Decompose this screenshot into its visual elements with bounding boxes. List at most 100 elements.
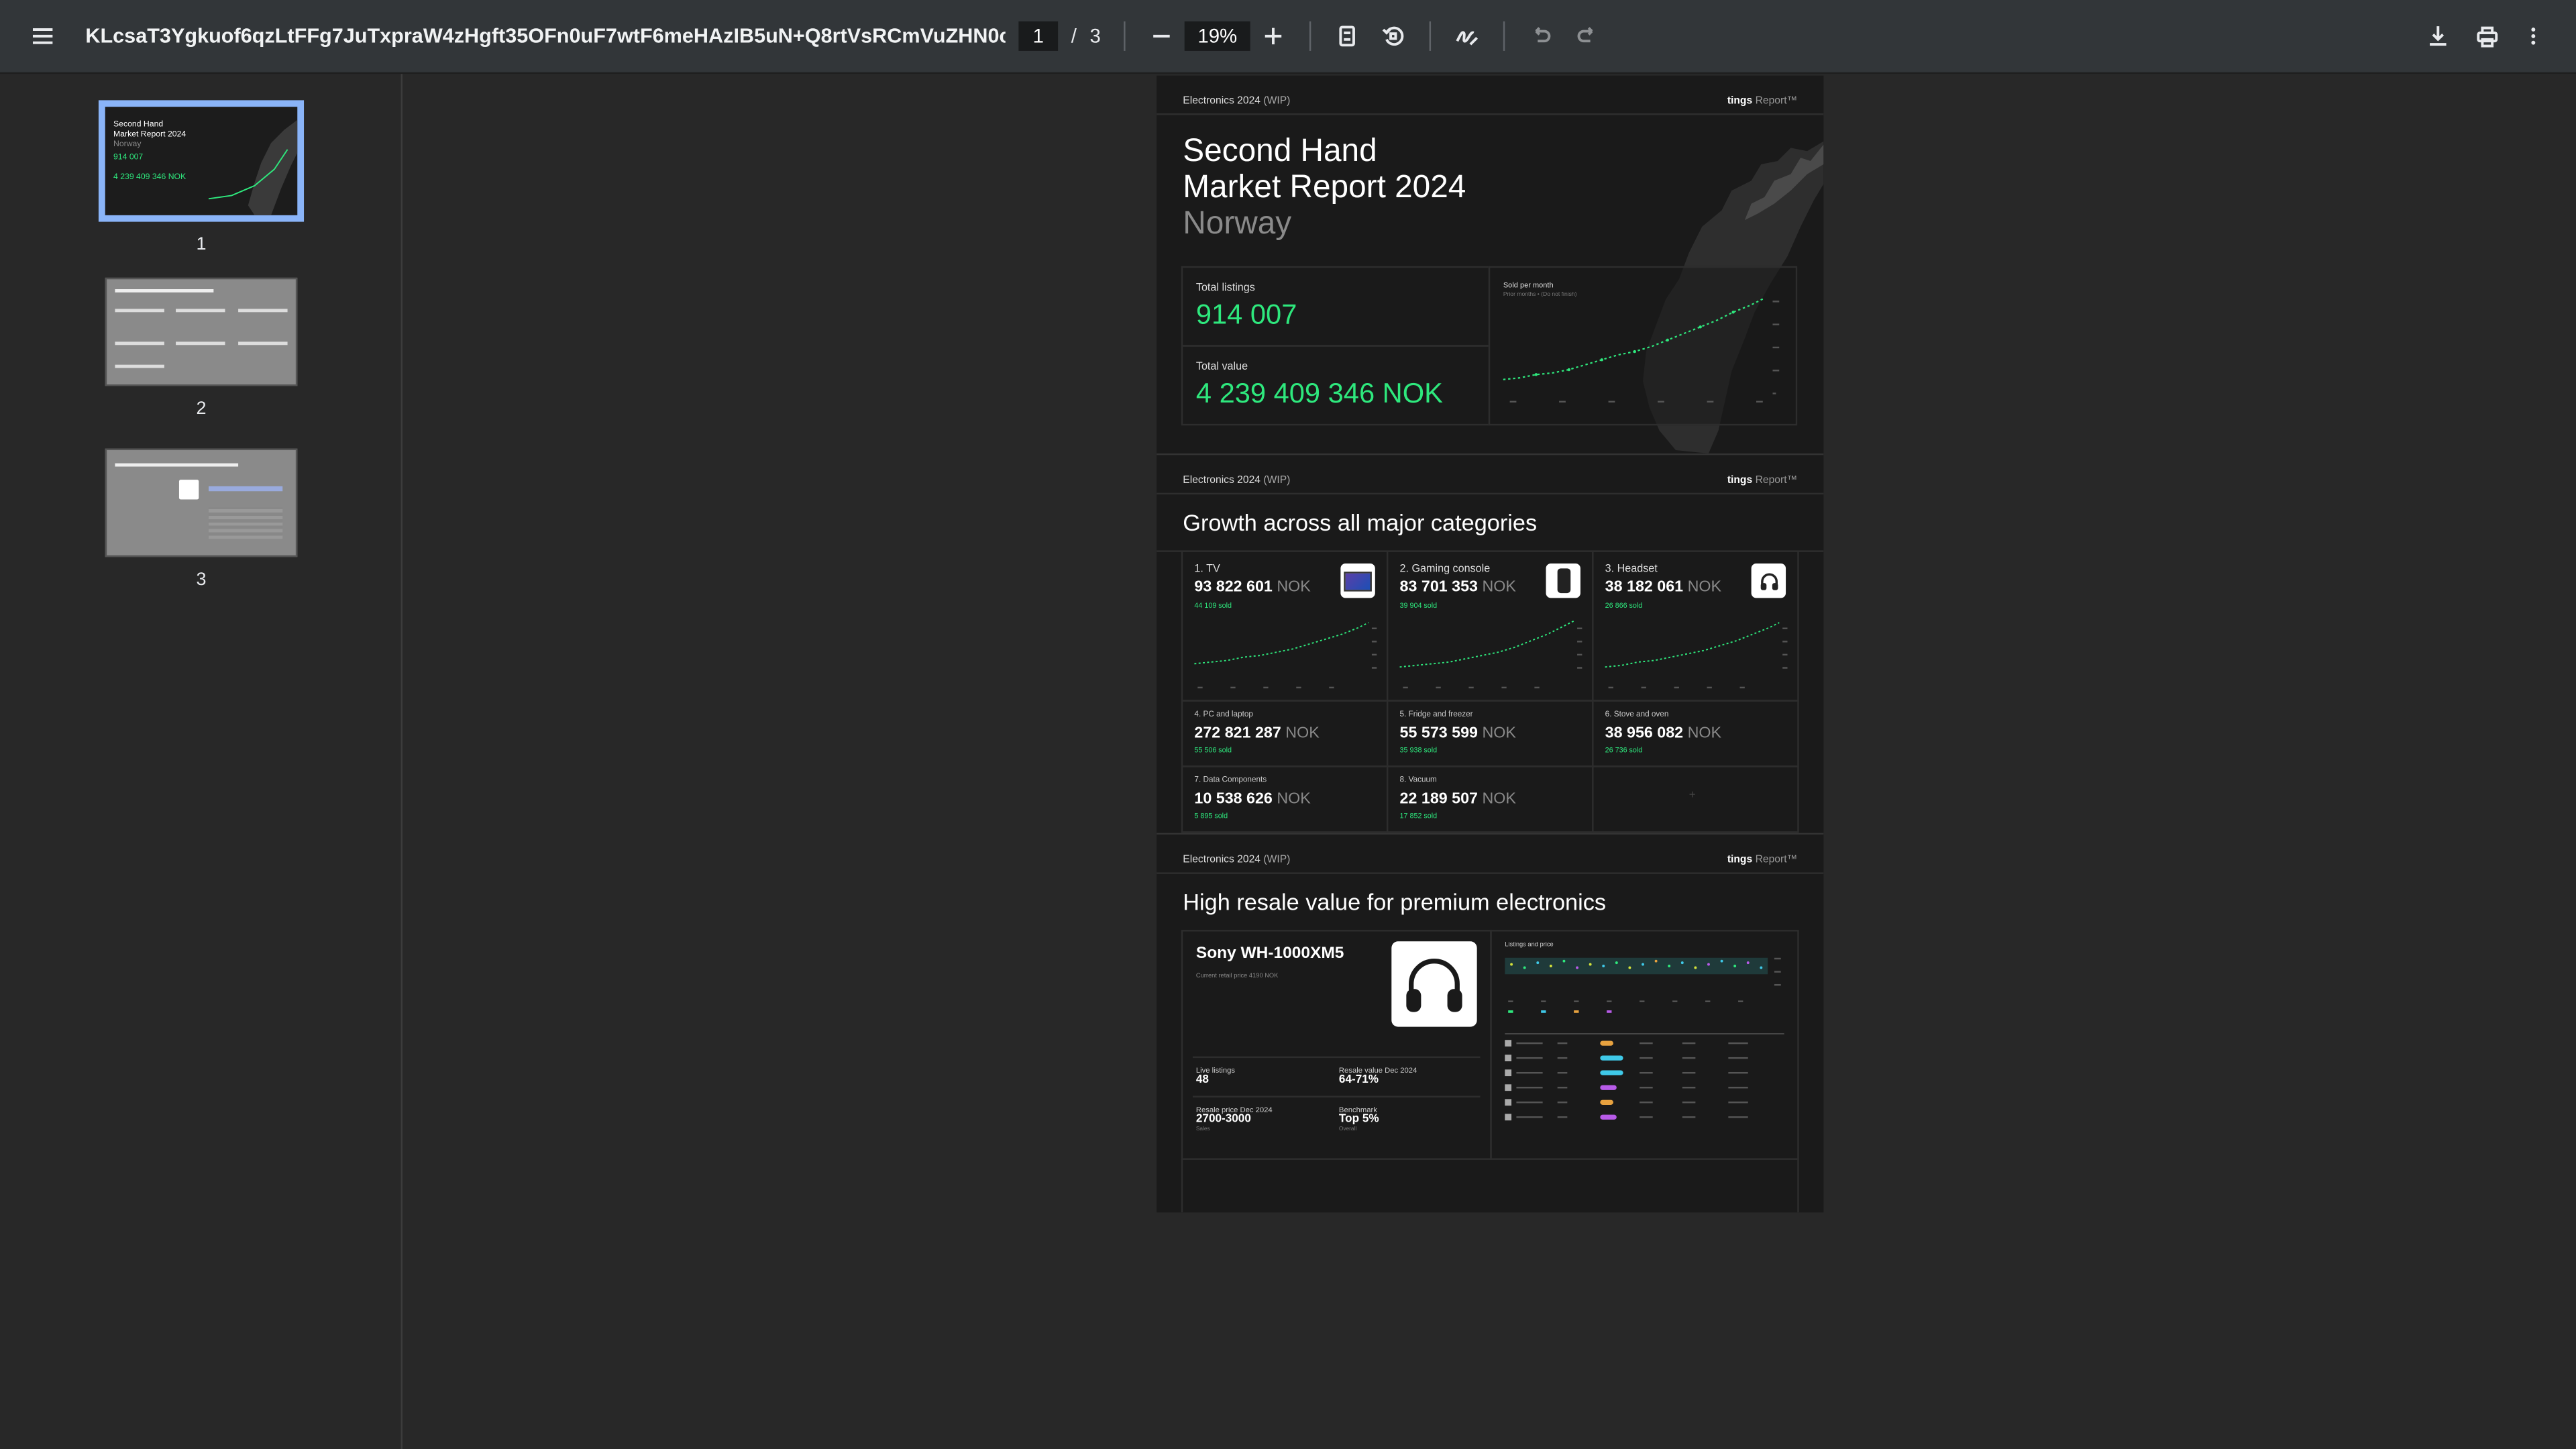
edition-status: (WIP)	[1263, 474, 1291, 486]
category-label: 4. PC and laptop	[1194, 711, 1253, 720]
chart-title: Listings and price	[1505, 941, 1554, 949]
sold-per-month-line	[1503, 298, 1780, 403]
section-header: Electronics 2024 (WIP) tings Report™	[1183, 475, 1797, 494]
category-card-fridge-freezer: 5. Fridge and freezer 55 573 599 NOK 35 …	[1386, 700, 1594, 767]
category-card-stove-oven: 6. Stove and oven 38 956 082 NOK 26 736 …	[1592, 700, 1799, 767]
thumbnail-page-3[interactable]: 3	[99, 448, 304, 590]
currency-unit: NOK	[1277, 578, 1311, 596]
category-trend-line	[1399, 620, 1582, 689]
stat-live-listings: Live listings 48	[1196, 1066, 1235, 1085]
category-label: 6. Stove and oven	[1605, 711, 1669, 720]
thumbnail-page-2[interactable]: 2	[99, 277, 304, 419]
menu-icon[interactable]	[19, 13, 66, 60]
undo-icon[interactable]	[1518, 13, 1564, 60]
category-sold: 39 904 sold	[1399, 601, 1438, 610]
thumb-text: Norway	[113, 140, 142, 150]
report-country: Norway	[1183, 205, 1292, 242]
listings-table	[1505, 1033, 1784, 1121]
document-page: Electronics 2024 (WIP) tings Report™ Sec…	[1157, 75, 1824, 1213]
currency-unit: NOK	[1482, 790, 1516, 808]
annotate-icon[interactable]	[1444, 13, 1491, 60]
chart-title: Sold per month	[1503, 280, 1554, 290]
more-options-icon[interactable]	[2510, 13, 2557, 60]
toolbar-divider	[1309, 21, 1311, 51]
category-sold: 17 852 sold	[1399, 811, 1438, 820]
toolbar-divider	[1503, 21, 1505, 51]
category-value: 38 182 061	[1605, 578, 1684, 596]
category-value: 22 189 507	[1399, 790, 1478, 808]
section-header: Electronics 2024 (WIP) tings Report™	[1183, 854, 1797, 873]
currency-unit: NOK	[1277, 790, 1311, 808]
category-card-tv: 1. TV 93 822 601 NOK 44 109 sold	[1181, 550, 1389, 702]
category-sold: 55 506 sold	[1194, 745, 1232, 755]
thumbnail-image	[105, 277, 298, 386]
thumb-text: Market Report 2024	[113, 129, 186, 140]
edition-status: (WIP)	[1263, 95, 1291, 107]
stat-sub: Overall	[1338, 1125, 1357, 1132]
toolbar-divider	[1124, 21, 1126, 51]
category-value: 10 538 626	[1194, 790, 1273, 808]
product-name: Sony WH-1000XM5	[1195, 945, 1344, 963]
rotate-icon[interactable]	[1371, 13, 1417, 60]
toolbar-divider	[1429, 21, 1432, 51]
stat-resale-value: Resale value Dec 2024 64-71%	[1339, 1066, 1417, 1085]
brand-suffix: Report™	[1755, 474, 1798, 486]
category-sold: 5 895 sold	[1194, 811, 1228, 820]
page-navigator: / 3	[1018, 21, 1101, 51]
thumbnail-image	[105, 448, 298, 557]
category-label: 1. TV	[1194, 564, 1220, 576]
category-value: 55 573 599	[1399, 724, 1478, 743]
total-pages: 3	[1089, 24, 1101, 48]
category-label: 8. Vacuum	[1399, 777, 1437, 786]
category-sold: 35 938 sold	[1399, 745, 1438, 755]
total-listings-card: Total listings 914 007	[1181, 266, 1491, 347]
thumbnail-number: 2	[196, 399, 207, 419]
thumbnail-sidebar: Second Hand Market Report 2024 Norway 91…	[0, 74, 403, 1449]
category-card-vacuum: 8. Vacuum 22 189 507 NOK 17 852 sold	[1386, 765, 1594, 833]
download-icon[interactable]	[2415, 13, 2461, 60]
thumbnail-number: 3	[196, 570, 207, 590]
report-title-block: Second Hand Market Report 2024 Norway	[1183, 133, 1466, 241]
currency-unit: NOK	[1482, 724, 1516, 743]
zoom-level[interactable]: 19%	[1184, 21, 1250, 51]
print-icon[interactable]	[2464, 13, 2510, 60]
gaming-console-icon	[1546, 564, 1580, 598]
redo-icon[interactable]	[1564, 13, 1611, 60]
brand-suffix: Report™	[1755, 95, 1798, 107]
stat-label: Benchmark	[1338, 1106, 1377, 1114]
currency-unit: NOK	[1687, 578, 1722, 596]
report-title-line2: Market Report 2024	[1183, 169, 1466, 206]
stat-benchmark: Benchmark Top 5% Overall	[1339, 1106, 1379, 1132]
divider	[1157, 492, 1824, 495]
category-label: 3. Headset	[1605, 564, 1658, 576]
zoom-in-icon[interactable]	[1250, 13, 1297, 60]
category-value: 83 701 353	[1399, 578, 1478, 596]
thumbnail-image: Second Hand Market Report 2024 Norway 91…	[98, 100, 305, 222]
category-sold: 44 109 sold	[1194, 601, 1232, 610]
section-header: Electronics 2024 (WIP) tings Report™	[1183, 95, 1797, 115]
zoom-out-icon[interactable]	[1138, 13, 1185, 60]
thumbnail-page-1[interactable]: Second Hand Market Report 2024 Norway 91…	[98, 100, 305, 255]
report-title-line1: Second Hand	[1183, 133, 1377, 170]
edition-status: (WIP)	[1263, 854, 1291, 866]
category-sold: 26 736 sold	[1605, 745, 1643, 755]
divider	[1157, 872, 1824, 874]
edition-tag: Electronics 2024	[1183, 474, 1260, 486]
category-label: 7. Data Components	[1194, 777, 1267, 786]
stat-label: Resale value Dec 2024	[1338, 1066, 1417, 1075]
divider	[1192, 1095, 1481, 1097]
stat-label: Live listings	[1195, 1066, 1236, 1075]
total-value-amount: 4 239 409 346 NOK	[1195, 378, 1443, 409]
product-card: Sony WH-1000XM5 Current retail price 419…	[1181, 930, 1492, 1160]
category-value: 93 822 601	[1194, 578, 1273, 596]
listings-scatter-chart	[1505, 957, 1781, 1013]
divider	[1157, 113, 1824, 115]
pdf-toolbar: KLcsaT3Ygkuof6qzLtFFg7JuTxpraW4zHgft35OF…	[0, 0, 2576, 74]
category-trend-line	[1194, 622, 1377, 689]
current-page-input[interactable]	[1018, 21, 1059, 51]
stat-value: 2700-3000	[1195, 1114, 1251, 1126]
category-card-headset: 3. Headset 38 182 061 NOK 26 866 sold	[1592, 550, 1799, 702]
brand-suffix: Report™	[1755, 854, 1798, 866]
fit-page-icon[interactable]	[1324, 13, 1371, 60]
brand-logo: tings	[1727, 474, 1753, 486]
